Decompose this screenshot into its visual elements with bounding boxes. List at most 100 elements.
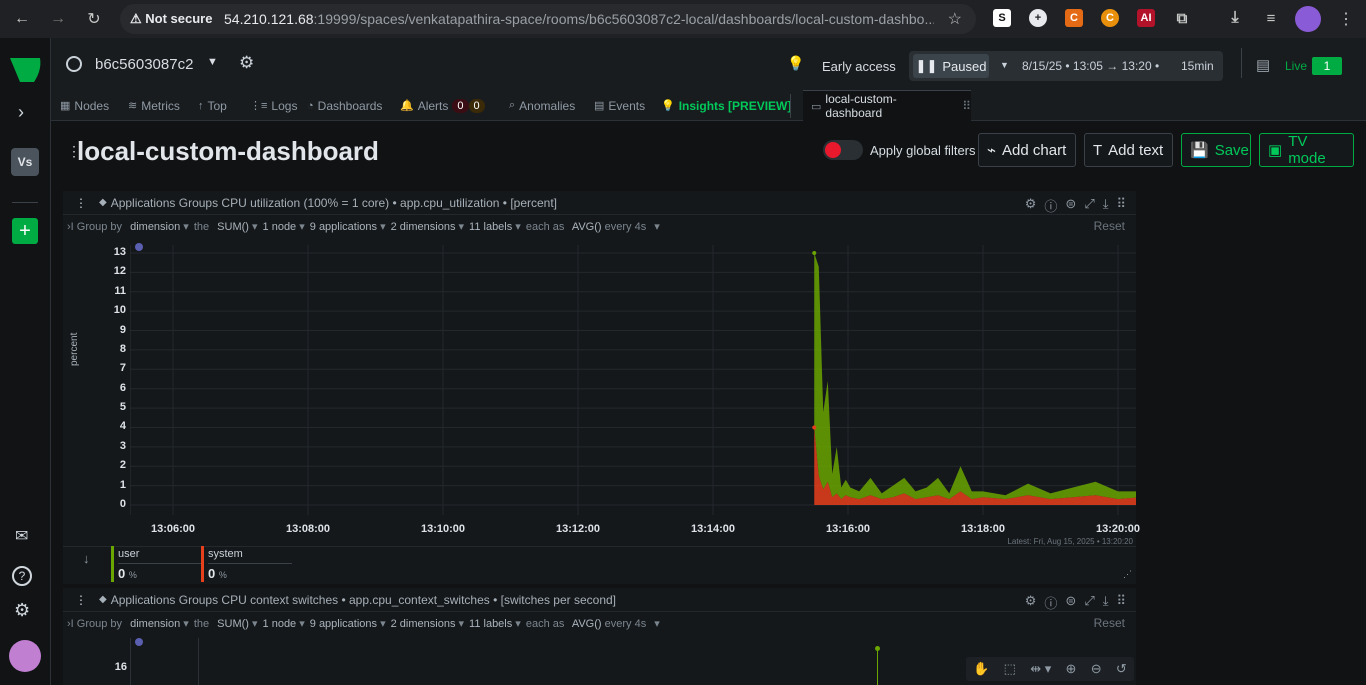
tab-dashboards[interactable]: ◔ Dashboards xyxy=(307,90,382,121)
room-settings-icon[interactable]: ⚙ xyxy=(239,53,254,73)
notifications-icon[interactable]: ✉ xyxy=(15,526,28,546)
time-range[interactable]: 8/15/25 • 13:05 → 13:20 • xyxy=(1022,59,1159,73)
pan-hand-icon[interactable]: ✋ xyxy=(973,661,989,677)
anomalies-icon: ⌕ xyxy=(509,99,516,111)
chart-drag-icon[interactable]: ⠿ xyxy=(1116,196,1126,215)
profile-avatar[interactable] xyxy=(1295,6,1321,32)
back-icon[interactable]: ← xyxy=(10,7,34,31)
aggregation-dropdown[interactable]: the SUM() ▾ xyxy=(194,617,258,630)
download-chart-icon[interactable]: ⤓ xyxy=(1103,593,1109,612)
pause-button[interactable]: ❚❚ Paused xyxy=(913,54,989,78)
reset-button[interactable]: Reset xyxy=(1094,219,1125,233)
extension-c-icon[interactable]: C xyxy=(1101,9,1119,27)
series-area-user[interactable] xyxy=(814,253,1136,500)
early-access-label[interactable]: Early access xyxy=(822,59,896,74)
tab-alerts[interactable]: 🔔 Alerts 0 0 xyxy=(400,90,485,121)
space-avatar[interactable]: Vs xyxy=(11,148,39,176)
chart-info-icon[interactable]: ⓘ xyxy=(1044,196,1057,215)
global-filters-toggle[interactable] xyxy=(823,140,863,160)
y-tick-label: 9 xyxy=(119,323,126,336)
not-secure-label[interactable]: ⚠ Not secure xyxy=(130,11,212,27)
nodes-dropdown[interactable]: 1 node ▾ xyxy=(263,220,305,233)
add-space-button[interactable]: + xyxy=(12,218,38,244)
labels-dropdown[interactable]: 11 labels ▾ xyxy=(469,617,521,630)
chart-plot[interactable] xyxy=(130,245,1136,515)
save-button[interactable]: 💾 Save xyxy=(1181,133,1251,167)
user-avatar[interactable] xyxy=(9,640,41,672)
node-name[interactable]: b6c5603087c2 xyxy=(95,56,193,73)
reload-icon[interactable]: ↻ xyxy=(82,7,106,31)
highlight-icon[interactable]: ⇹ ▾ xyxy=(1030,661,1051,677)
nodes-stack-icon[interactable]: ▤ xyxy=(1256,56,1270,74)
extension-orange-icon[interactable]: C xyxy=(1065,9,1083,27)
reset-zoom-icon[interactable]: ↺ xyxy=(1116,661,1127,677)
chart-layers-icon[interactable]: ⊜ xyxy=(1065,593,1076,612)
applications-dropdown[interactable]: 9 applications ▾ xyxy=(310,220,386,233)
dashboard-title[interactable]: local-custom-dashboard xyxy=(77,136,379,167)
tab-anomalies[interactable]: ⌕ Anomalies xyxy=(509,90,575,121)
tab-insights[interactable]: 💡 Insights [PREVIEW] xyxy=(661,90,791,121)
group-by-label: ›I Group by dimension ▾ xyxy=(67,617,189,630)
add-text-button[interactable]: T Add text xyxy=(1084,133,1173,167)
extension-plus-icon[interactable]: + xyxy=(1029,9,1047,27)
node-dropdown-icon[interactable]: ▼ xyxy=(207,56,218,68)
x-tick-label: 13:12:00 xyxy=(556,523,601,535)
zoom-in-icon[interactable]: ⊕ xyxy=(1066,661,1077,677)
chart-settings-icon[interactable]: ⚙ xyxy=(1025,196,1037,215)
tab-label: Top xyxy=(207,98,227,113)
netdata-logo-icon[interactable] xyxy=(10,56,42,84)
help-icon[interactable]: ? xyxy=(12,566,32,586)
playback-dropdown-icon[interactable]: ▼ xyxy=(1000,60,1009,70)
legend-item-system[interactable]: system 0 % xyxy=(201,546,292,582)
live-count-badge[interactable]: 1 xyxy=(1312,57,1342,75)
tabs-bar: ▦ Nodes ≋ Metrics ↑ Top ⋮≡ Logs ◔ Dashboards … xyxy=(51,90,1366,121)
tab-events[interactable]: ▤ Events xyxy=(594,90,645,121)
zoom-out-icon[interactable]: ⊖ xyxy=(1091,661,1102,677)
labels-dropdown[interactable]: 11 labels ▾ xyxy=(469,220,521,233)
legend-item-user[interactable]: user 0 % xyxy=(111,546,202,582)
tab-nodes[interactable]: ▦ Nodes xyxy=(60,90,109,121)
drag-handle-icon[interactable]: ⠿ xyxy=(962,99,971,113)
extension-s-icon[interactable]: S xyxy=(993,9,1011,27)
chart-layers-icon[interactable]: ⊜ xyxy=(1065,196,1076,215)
tab-top[interactable]: ↑ Top xyxy=(198,90,227,121)
media-controls-icon[interactable]: ≡ xyxy=(1262,9,1280,27)
extension-ai-icon[interactable]: AI xyxy=(1137,9,1155,27)
time-aggregation-dropdown[interactable]: each as AVG() every 4s ▾ xyxy=(526,617,660,630)
forward-icon[interactable]: → xyxy=(46,7,70,31)
resize-handle-icon[interactable]: ⋰ xyxy=(1123,569,1132,580)
legend-name: system xyxy=(208,548,243,560)
applications-dropdown[interactable]: 9 applications ▾ xyxy=(310,617,386,630)
expand-chevron-icon[interactable]: › xyxy=(18,102,24,123)
rail-divider xyxy=(12,202,38,203)
nodes-dropdown[interactable]: 1 node ▾ xyxy=(263,617,305,630)
tv-mode-button[interactable]: ▣ TV mode xyxy=(1259,133,1354,167)
chart-menu-icon[interactable]: ⋮ xyxy=(75,593,87,607)
legend-sort-icon[interactable]: ↓ xyxy=(83,551,90,566)
chart-drag-icon[interactable]: ⠿ xyxy=(1116,593,1126,612)
fullscreen-icon[interactable]: ⤢ xyxy=(1084,196,1094,215)
tab-metrics[interactable]: ≋ Metrics xyxy=(128,90,180,121)
chart-settings-icon[interactable]: ⚙ xyxy=(1025,593,1037,612)
address-bar[interactable]: ⚠ Not secure 54.210.121.68:19999/spaces/… xyxy=(120,4,976,34)
browser-menu-icon[interactable]: ⋮ xyxy=(1334,7,1358,31)
fullscreen-icon[interactable]: ⤢ xyxy=(1084,593,1094,612)
dimensions-dropdown[interactable]: 2 dimensions ▾ xyxy=(391,220,464,233)
chart-info-icon[interactable]: ⓘ xyxy=(1044,593,1057,612)
time-aggregation-dropdown[interactable]: each as AVG() every 4s ▾ xyxy=(526,220,660,233)
tab-local-custom-dashboard[interactable]: ▭ local-custom-dashboard ⠿ xyxy=(803,90,971,121)
aggregation-dropdown[interactable]: the SUM() ▾ xyxy=(194,220,258,233)
reset-button[interactable]: Reset xyxy=(1094,616,1125,630)
extensions-puzzle-icon[interactable]: ⧉ xyxy=(1173,9,1191,27)
add-chart-button[interactable]: ⌁ Add chart xyxy=(978,133,1076,167)
bookmark-star-icon[interactable]: ☆ xyxy=(948,9,962,29)
download-chart-icon[interactable]: ⤓ xyxy=(1103,196,1109,215)
dimensions-dropdown[interactable]: 2 dimensions ▾ xyxy=(391,617,464,630)
duration-label[interactable]: 15min xyxy=(1181,59,1214,73)
settings-gear-icon[interactable]: ⚙ xyxy=(14,600,30,621)
select-area-icon[interactable]: ⬚ xyxy=(1004,661,1016,677)
chart-menu-icon[interactable]: ⋮ xyxy=(75,196,87,210)
tab-logs[interactable]: ⋮≡ Logs xyxy=(250,90,297,121)
download-icon[interactable]: ⤓ xyxy=(1226,9,1244,27)
url-text[interactable]: 54.210.121.68:19999/spaces/venkatapathir… xyxy=(224,11,934,27)
